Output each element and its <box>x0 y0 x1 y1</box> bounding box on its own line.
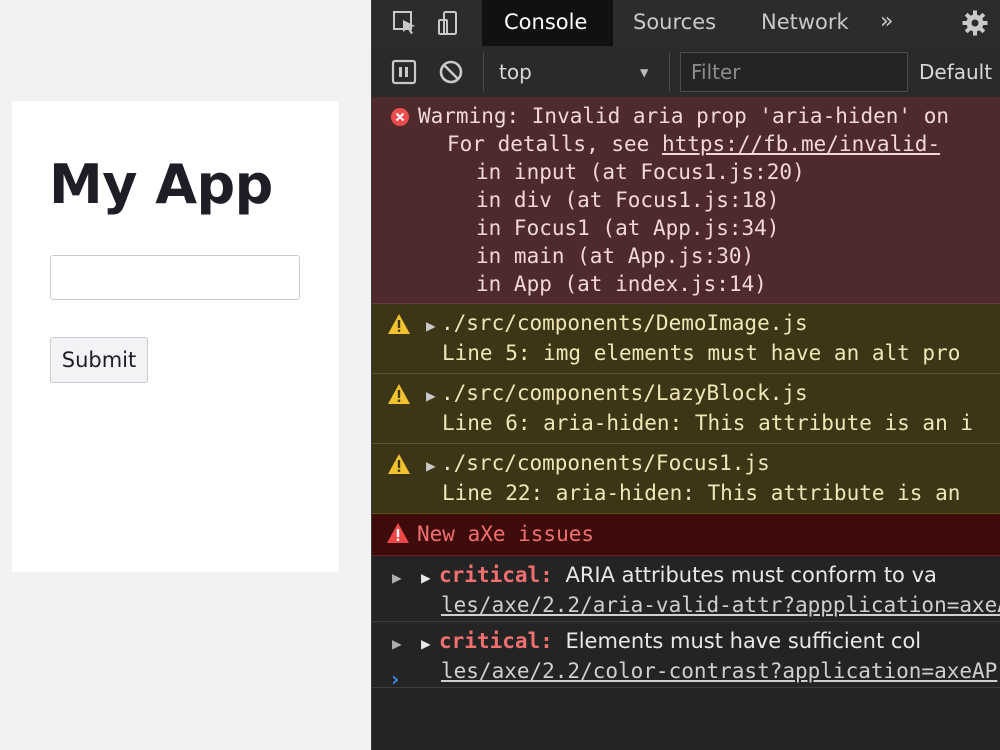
axe-issue-description: ARIA attributes must conform to va <box>565 563 937 587</box>
stack-frame[interactable]: in App (at index.js:14) <box>476 270 767 298</box>
tab-console[interactable]: Console <box>482 0 613 46</box>
axe-rule-link[interactable]: les/axe/2.2/aria-valid-attr?appplication… <box>441 591 1000 619</box>
axe-issues-header: New aXe issues <box>372 514 1000 556</box>
log-levels-select[interactable]: Default <box>919 54 992 90</box>
stack-frame[interactable]: in Focus1 (at App.js:34) <box>476 214 779 242</box>
devtools-tabbar: Console Sources Network » <box>372 0 1000 47</box>
expand-triangle-icon[interactable]: ▶ <box>392 634 402 653</box>
device-toolbar-icon[interactable] <box>434 8 464 38</box>
console-warning-message[interactable]: ▶ ./src/components/LazyBlock.js Line 6: … <box>372 374 1000 444</box>
filter-input[interactable] <box>680 52 908 92</box>
error-details-label: For detalls, see <box>447 132 662 156</box>
console-toolbar: top ▼ Default <box>372 46 1000 98</box>
axe-issue-summary: critical: Elements must have sufficient … <box>439 627 921 655</box>
console-warning-message[interactable]: ▶ ./src/components/DemoImage.js Line 5: … <box>372 304 1000 374</box>
app-title: My App <box>49 153 273 216</box>
axe-issues-title: New aXe issues <box>417 522 595 546</box>
warning-source[interactable]: ./src/components/Focus1.js <box>441 449 770 477</box>
stack-frame[interactable]: in main (at App.js:30) <box>476 242 754 270</box>
warning-source[interactable]: ./src/components/LazyBlock.js <box>441 379 808 407</box>
error-circle-icon <box>390 107 410 131</box>
app-card: My App Submit <box>12 101 339 572</box>
console-error-message: Warming: Invalid aria prop 'aria-hiden' … <box>372 97 1000 304</box>
chevron-down-icon[interactable]: ▼ <box>640 55 648 91</box>
clear-console-icon[interactable] <box>436 57 466 87</box>
warning-triangle-icon <box>387 313 411 339</box>
more-tabs-chevron-icon[interactable]: » <box>880 0 893 46</box>
axe-issue-summary: critical: ARIA attributes must conform t… <box>439 561 937 589</box>
sidebar-toggle-icon[interactable] <box>389 57 419 87</box>
warning-detail: Line 22: aria-hiden: This attribute is a… <box>442 481 961 505</box>
screen: My App Submit Console Sources Network » … <box>0 0 1000 750</box>
inspect-element-icon[interactable] <box>390 8 420 38</box>
error-details-line: For detalls, see https://fb.me/invalid- <box>447 130 940 158</box>
toolbar-divider <box>483 52 484 92</box>
devtools-panel: Console Sources Network » top ▼ Filter D… <box>371 0 1000 750</box>
expand-triangle-icon[interactable]: ▶ <box>392 568 402 587</box>
error-text: Warming: Invalid aria prop 'aria-hiden' … <box>418 104 950 128</box>
axe-issue-row[interactable]: ▶ ▶ critical: Elements must have suffici… <box>372 622 1000 688</box>
warning-triangle-icon <box>387 383 411 409</box>
console-warning-message[interactable]: ▶ ./src/components/Focus1.js Line 22: ar… <box>372 444 1000 514</box>
severity-label: critical: <box>439 629 553 653</box>
expand-triangle-icon[interactable]: ▶ <box>426 316 436 335</box>
stack-frame[interactable]: in input (at Focus1.js:20) <box>476 158 805 186</box>
expand-triangle-icon[interactable]: ▶ <box>426 386 436 405</box>
expand-triangle-icon[interactable]: ▶ <box>421 634 431 653</box>
gear-icon[interactable] <box>960 8 990 38</box>
app-viewport: My App Submit <box>0 0 371 750</box>
warning-source[interactable]: ./src/components/DemoImage.js <box>441 309 808 337</box>
expand-triangle-icon[interactable]: ▶ <box>421 568 431 587</box>
stack-frame[interactable]: in div (at Focus1.js:18) <box>476 186 779 214</box>
tab-sources[interactable]: Sources <box>633 0 716 46</box>
axe-rule-link[interactable]: les/axe/2.2/color-contrast?application=a… <box>441 657 997 685</box>
app-text-input[interactable] <box>50 255 300 300</box>
warning-detail: Line 6: aria-hiden: This attribute is an… <box>442 411 974 435</box>
severity-label: critical: <box>439 563 553 587</box>
warning-triangle-icon <box>387 453 411 479</box>
alert-triangle-icon <box>386 522 410 548</box>
toolbar-divider <box>669 52 670 92</box>
axe-issue-description: Elements must have sufficient col <box>565 629 922 653</box>
tab-network[interactable]: Network <box>761 0 849 46</box>
context-select[interactable]: top <box>499 54 659 90</box>
warning-detail: Line 5: img elements must have an alt pr… <box>442 341 961 365</box>
axe-issue-row[interactable]: ▶ ▶ critical: ARIA attributes must confo… <box>372 556 1000 622</box>
expand-triangle-icon[interactable]: ▶ <box>426 456 436 475</box>
submit-button[interactable]: Submit <box>50 337 148 383</box>
console-prompt-icon[interactable]: › <box>389 667 401 691</box>
error-details-link[interactable]: https://fb.me/invalid- <box>662 132 940 156</box>
